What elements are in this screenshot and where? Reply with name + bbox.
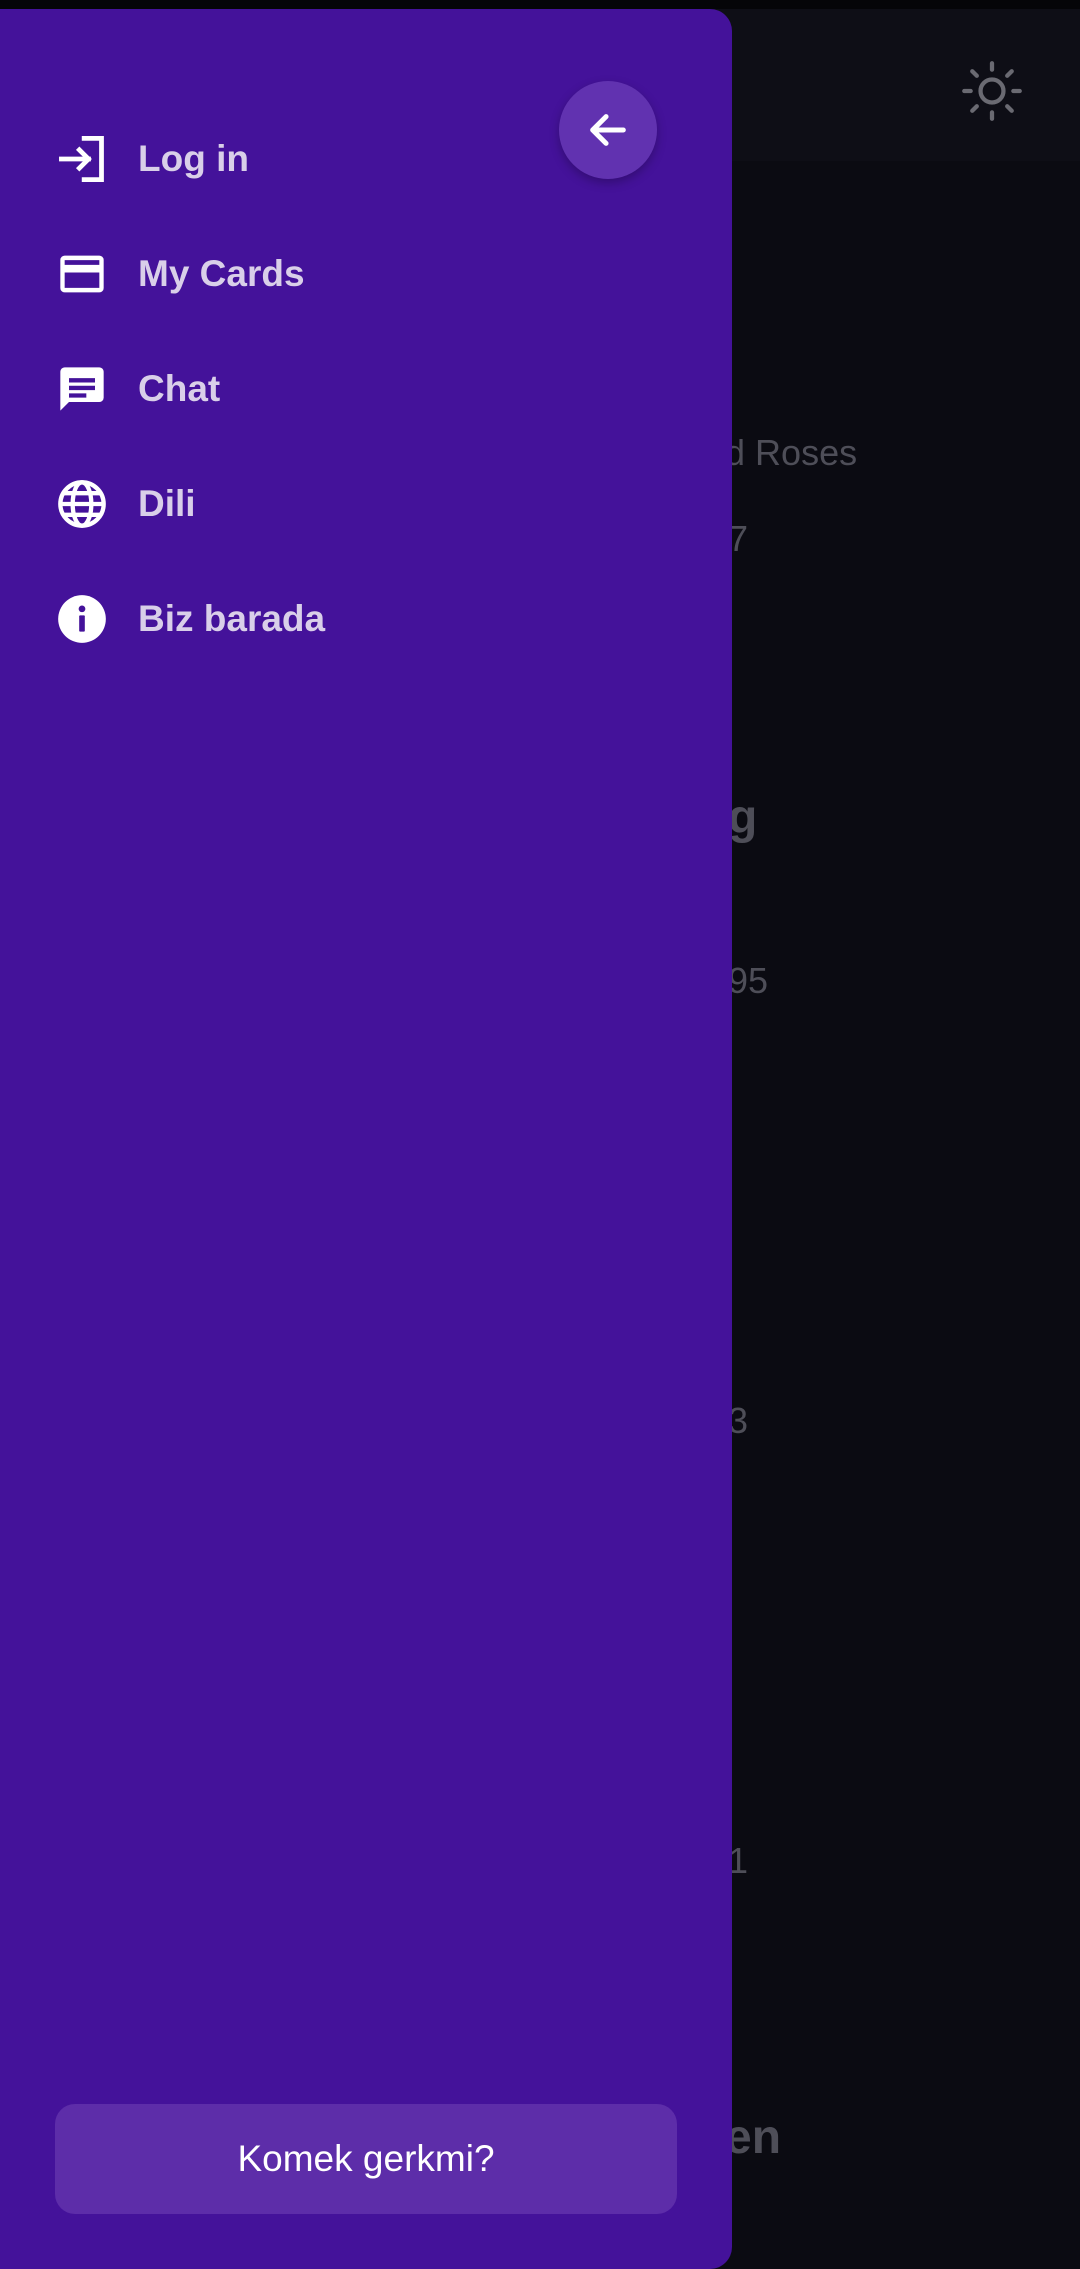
globe-icon — [56, 478, 108, 530]
menu-item-my-cards[interactable]: My Cards — [0, 229, 520, 319]
status-bar — [0, 0, 1080, 9]
theme-toggle-button[interactable] — [955, 54, 1029, 128]
menu-item-log-in[interactable]: Log in — [0, 114, 520, 204]
arrow-left-icon — [590, 114, 626, 146]
close-drawer-button[interactable] — [559, 81, 657, 179]
menu-item-label: Dili — [138, 483, 196, 524]
menu-item-label: My Cards — [138, 253, 305, 294]
background-text: 95 — [728, 960, 769, 1001]
menu-item-label: Chat — [138, 368, 221, 409]
menu-item-chat[interactable]: Chat — [0, 344, 520, 434]
menu-item-label: Biz barada — [138, 598, 326, 639]
info-icon — [56, 593, 108, 645]
menu-item-language[interactable]: Dili — [0, 459, 520, 549]
sun-icon — [962, 61, 1022, 121]
chat-icon — [56, 363, 108, 415]
help-button[interactable]: Komek gerkmi? — [55, 2104, 677, 2214]
credit-card-icon — [56, 248, 108, 300]
login-icon — [56, 133, 108, 185]
background-text: g — [728, 791, 758, 844]
menu-item-label: Log in — [138, 138, 249, 179]
menu-item-about[interactable]: Biz barada — [0, 574, 520, 664]
navigation-drawer: Log in My Cards Chat Dili Biz barada Kom… — [0, 9, 732, 2269]
background-text: en — [725, 2111, 782, 2164]
